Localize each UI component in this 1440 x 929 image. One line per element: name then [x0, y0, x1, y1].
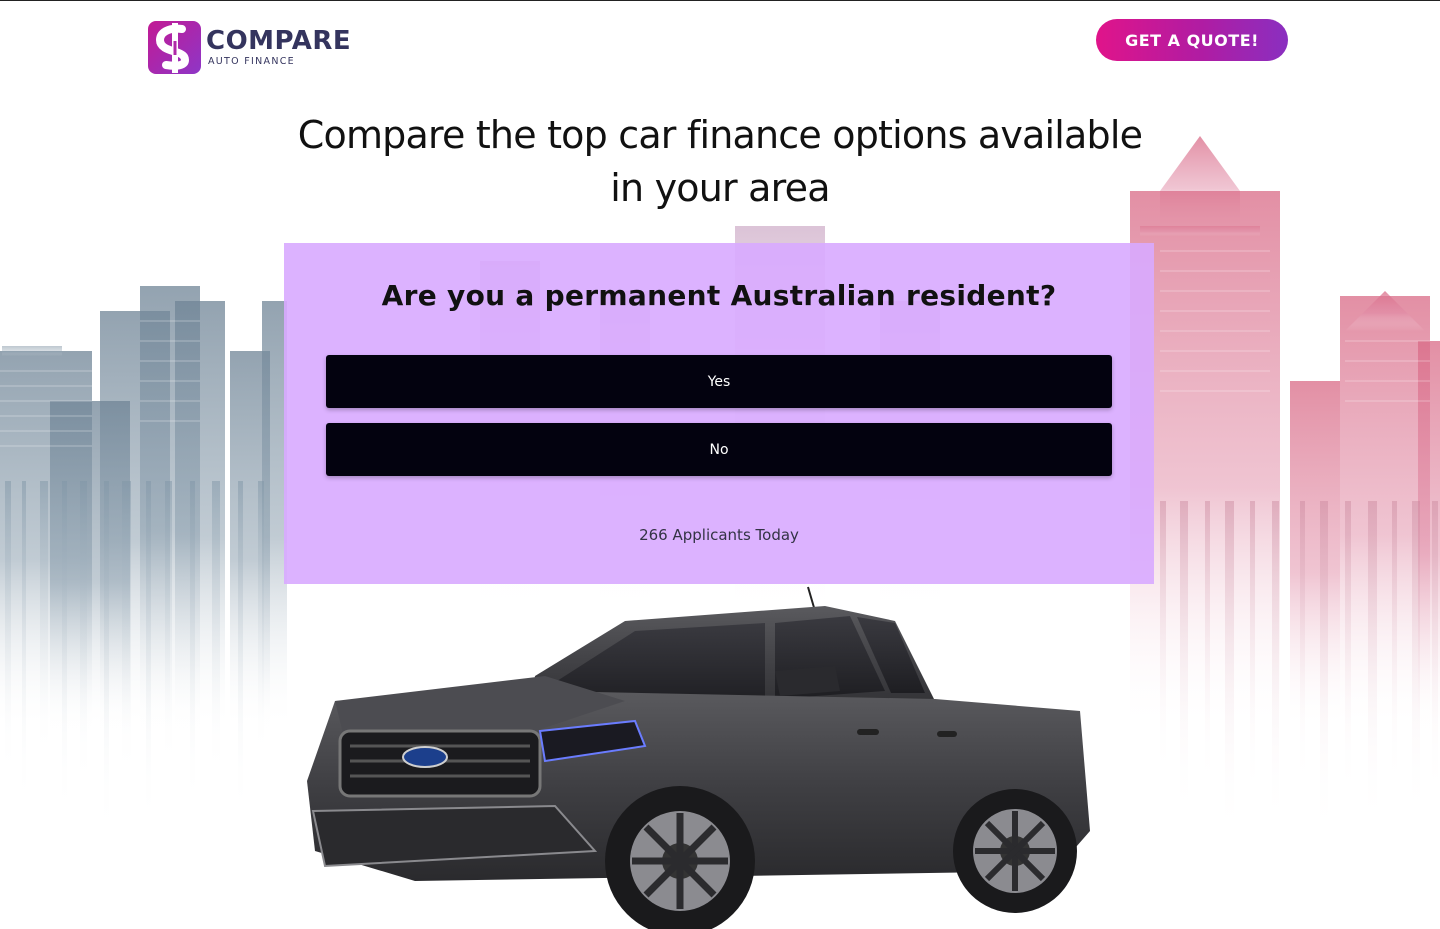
answer-yes-button[interactable]: Yes: [326, 355, 1112, 408]
dollar-sign-logo-icon: [148, 21, 201, 74]
applicants-today-counter: 266 Applicants Today: [639, 526, 799, 544]
brand-logo[interactable]: COMPARE AUTO FINANCE: [148, 21, 351, 74]
get-a-quote-button[interactable]: GET A QUOTE!: [1096, 19, 1288, 61]
question-panel: Are you a permanent Australian resident?…: [284, 243, 1154, 584]
page-headline: Compare the top car finance options avai…: [297, 113, 1143, 210]
page: COMPARE AUTO FINANCE GET A QUOTE! Compar…: [0, 0, 1440, 929]
logo-subtitle: AUTO FINANCE: [208, 56, 295, 68]
logo-title: COMPARE: [206, 26, 352, 57]
answer-no-button[interactable]: No: [326, 423, 1112, 476]
question-text: Are you a permanent Australian resident?: [381, 279, 1057, 312]
logo-wordmark: COMPARE AUTO FINANCE: [206, 28, 351, 67]
pickup-truck-image: [307, 586, 1090, 929]
